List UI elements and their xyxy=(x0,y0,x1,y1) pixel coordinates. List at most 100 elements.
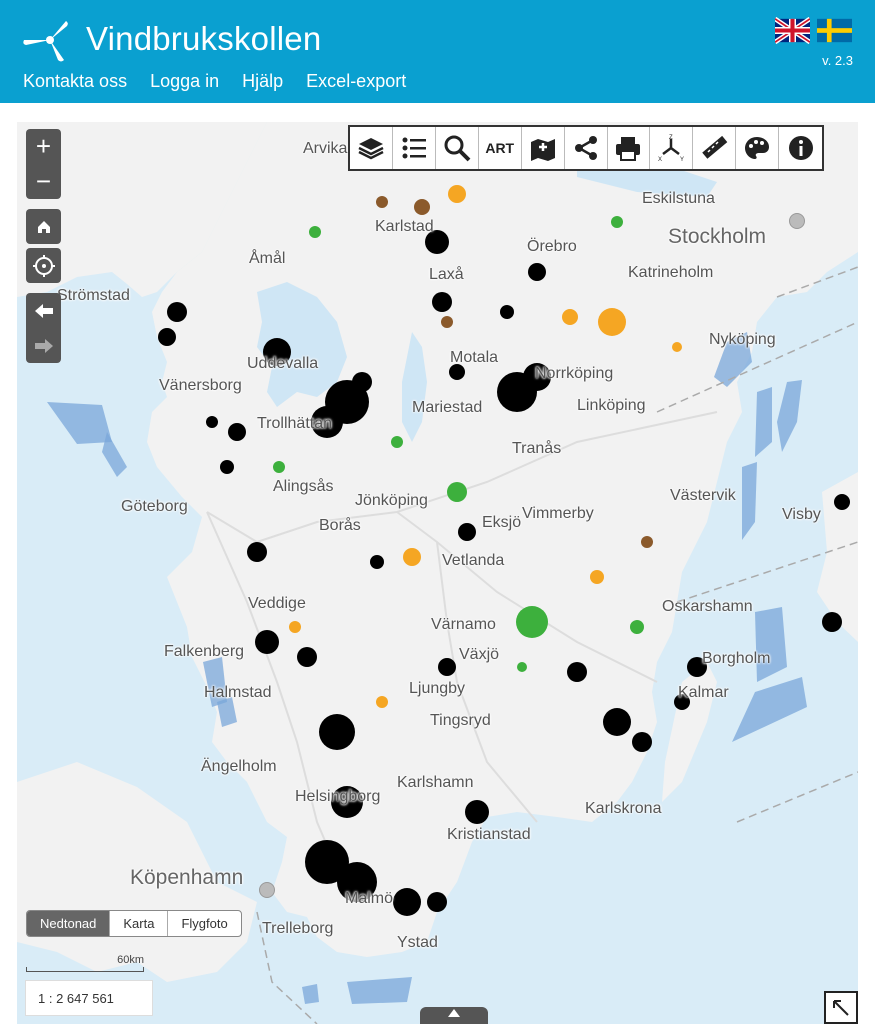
city-marker xyxy=(259,882,275,898)
zoom-in-button[interactable]: + xyxy=(26,129,61,164)
previous-extent-button[interactable] xyxy=(26,293,61,328)
place-label: Oskarshamn xyxy=(662,598,753,615)
scale-bar-label: 60km xyxy=(117,954,144,966)
place-label: Veddige xyxy=(248,595,306,612)
coordinates-button[interactable]: Z X Y xyxy=(650,127,694,169)
info-icon xyxy=(788,136,813,160)
next-extent-button[interactable] xyxy=(26,328,61,363)
share-icon xyxy=(574,136,597,160)
map-view[interactable]: Arvika Karlstad Örebro Eskilstuna Stockh… xyxy=(17,122,858,1024)
draw-button[interactable] xyxy=(736,127,780,169)
chevron-up-icon xyxy=(448,1009,460,1017)
place-label: Strömstad xyxy=(57,287,130,304)
place-label: Eksjö xyxy=(482,514,522,531)
place-label: Nyköping xyxy=(709,331,776,348)
resize-arrow-icon xyxy=(833,999,849,1016)
place-label: Trelleborg xyxy=(262,920,334,937)
version-label: v. 2.3 xyxy=(822,53,853,68)
nav-login-link[interactable]: Logga in xyxy=(150,71,219,92)
svg-text:Y: Y xyxy=(680,157,684,162)
place-label: Örebro xyxy=(527,238,577,255)
place-label: Uddevalla xyxy=(247,355,319,372)
place-label: Stockholm xyxy=(668,225,767,248)
scale-ratio[interactable]: 1 : 2 647 561 xyxy=(25,980,153,1016)
palette-icon xyxy=(745,137,770,159)
app-header: Vindbrukskollen Kontakta oss Logga in Hj… xyxy=(0,0,875,103)
basemap-option-karta[interactable]: Karta xyxy=(110,911,169,936)
place-label: Halmstad xyxy=(204,684,272,701)
locate-icon xyxy=(32,254,55,277)
basemap-option-nedtonad[interactable]: Nedtonad xyxy=(27,911,111,936)
place-label: Helsingborg xyxy=(295,788,381,805)
app-title: Vindbrukskollen xyxy=(86,20,322,57)
locate-button[interactable] xyxy=(26,248,61,283)
xyz-axes-icon: Z X Y xyxy=(658,135,684,162)
nav-contact-link[interactable]: Kontakta oss xyxy=(23,71,127,92)
place-label: Åmål xyxy=(249,250,286,267)
map-toolbar: ART Z X Y xyxy=(348,125,824,171)
place-label: Visby xyxy=(782,506,821,523)
extent-navigation xyxy=(26,293,61,363)
nav-help-link[interactable]: Hjälp xyxy=(242,71,283,92)
place-label: Ystad xyxy=(397,934,438,951)
place-label: Eskilstuna xyxy=(642,190,715,207)
legend-button[interactable] xyxy=(393,127,436,169)
basemap-switcher: Nedtonad Karta Flygfoto xyxy=(26,910,242,937)
uk-flag-icon[interactable] xyxy=(775,17,810,44)
zoom-out-button[interactable]: − xyxy=(26,164,61,199)
place-label: Tranås xyxy=(512,440,562,457)
print-button[interactable] xyxy=(608,127,651,169)
add-map-button[interactable] xyxy=(522,127,565,169)
place-label: Växjö xyxy=(459,646,500,663)
place-label: Ljungby xyxy=(409,680,466,697)
swedish-flag-icon[interactable] xyxy=(817,17,852,44)
place-label: Norrköping xyxy=(535,365,614,382)
home-button[interactable] xyxy=(26,209,61,244)
svg-text:X: X xyxy=(658,157,662,162)
wind-turbine-logo-icon[interactable] xyxy=(22,18,72,64)
layers-icon xyxy=(358,138,384,160)
fullscreen-button[interactable] xyxy=(824,991,858,1024)
place-label: Trollhättan xyxy=(257,415,332,432)
printer-icon xyxy=(616,137,641,161)
place-label: Arvika xyxy=(303,140,348,157)
place-label: Katrineholm xyxy=(628,264,714,281)
place-label: Linköping xyxy=(577,397,646,414)
place-label: Kalmar xyxy=(678,684,729,701)
art-label: ART xyxy=(485,140,515,156)
search-icon xyxy=(444,135,471,162)
measure-button[interactable] xyxy=(693,127,737,169)
place-label: Västervik xyxy=(670,487,736,504)
scale-bar: 60km xyxy=(26,954,144,974)
city-marker xyxy=(789,213,805,229)
place-label: Laxå xyxy=(429,266,464,283)
place-label: Karlshamn xyxy=(397,774,474,791)
place-label: Malmö xyxy=(345,890,394,907)
place-label: Motala xyxy=(450,349,499,366)
place-label: Mariestad xyxy=(412,399,483,416)
place-label: Karlskrona xyxy=(585,800,662,817)
map-add-icon xyxy=(530,139,555,161)
nav-excel-export-link[interactable]: Excel-export xyxy=(306,71,406,92)
place-label: Kristianstad xyxy=(447,826,531,843)
share-button[interactable] xyxy=(565,127,608,169)
place-label: Borgholm xyxy=(702,650,771,667)
art-button[interactable]: ART xyxy=(479,127,522,169)
place-label: Borås xyxy=(319,517,361,534)
place-label: Värnamo xyxy=(431,616,496,633)
place-label: Falkenberg xyxy=(164,643,245,660)
header-nav: Kontakta oss Logga in Hjälp Excel-export xyxy=(23,71,406,92)
place-label: Vimmerby xyxy=(522,505,594,522)
basemap-option-flygfoto[interactable]: Flygfoto xyxy=(168,911,240,936)
info-button[interactable] xyxy=(779,127,822,169)
list-icon xyxy=(402,137,426,159)
expand-panel-button[interactable] xyxy=(420,1007,488,1024)
search-button[interactable] xyxy=(436,127,479,169)
place-label: Vänersborg xyxy=(159,377,242,394)
zoom-control: + − xyxy=(26,129,61,199)
place-label: Tingsryd xyxy=(430,712,491,729)
layers-button[interactable] xyxy=(350,127,393,169)
place-label: Alingsås xyxy=(273,478,334,495)
home-icon xyxy=(37,220,50,233)
language-switcher xyxy=(775,17,852,44)
